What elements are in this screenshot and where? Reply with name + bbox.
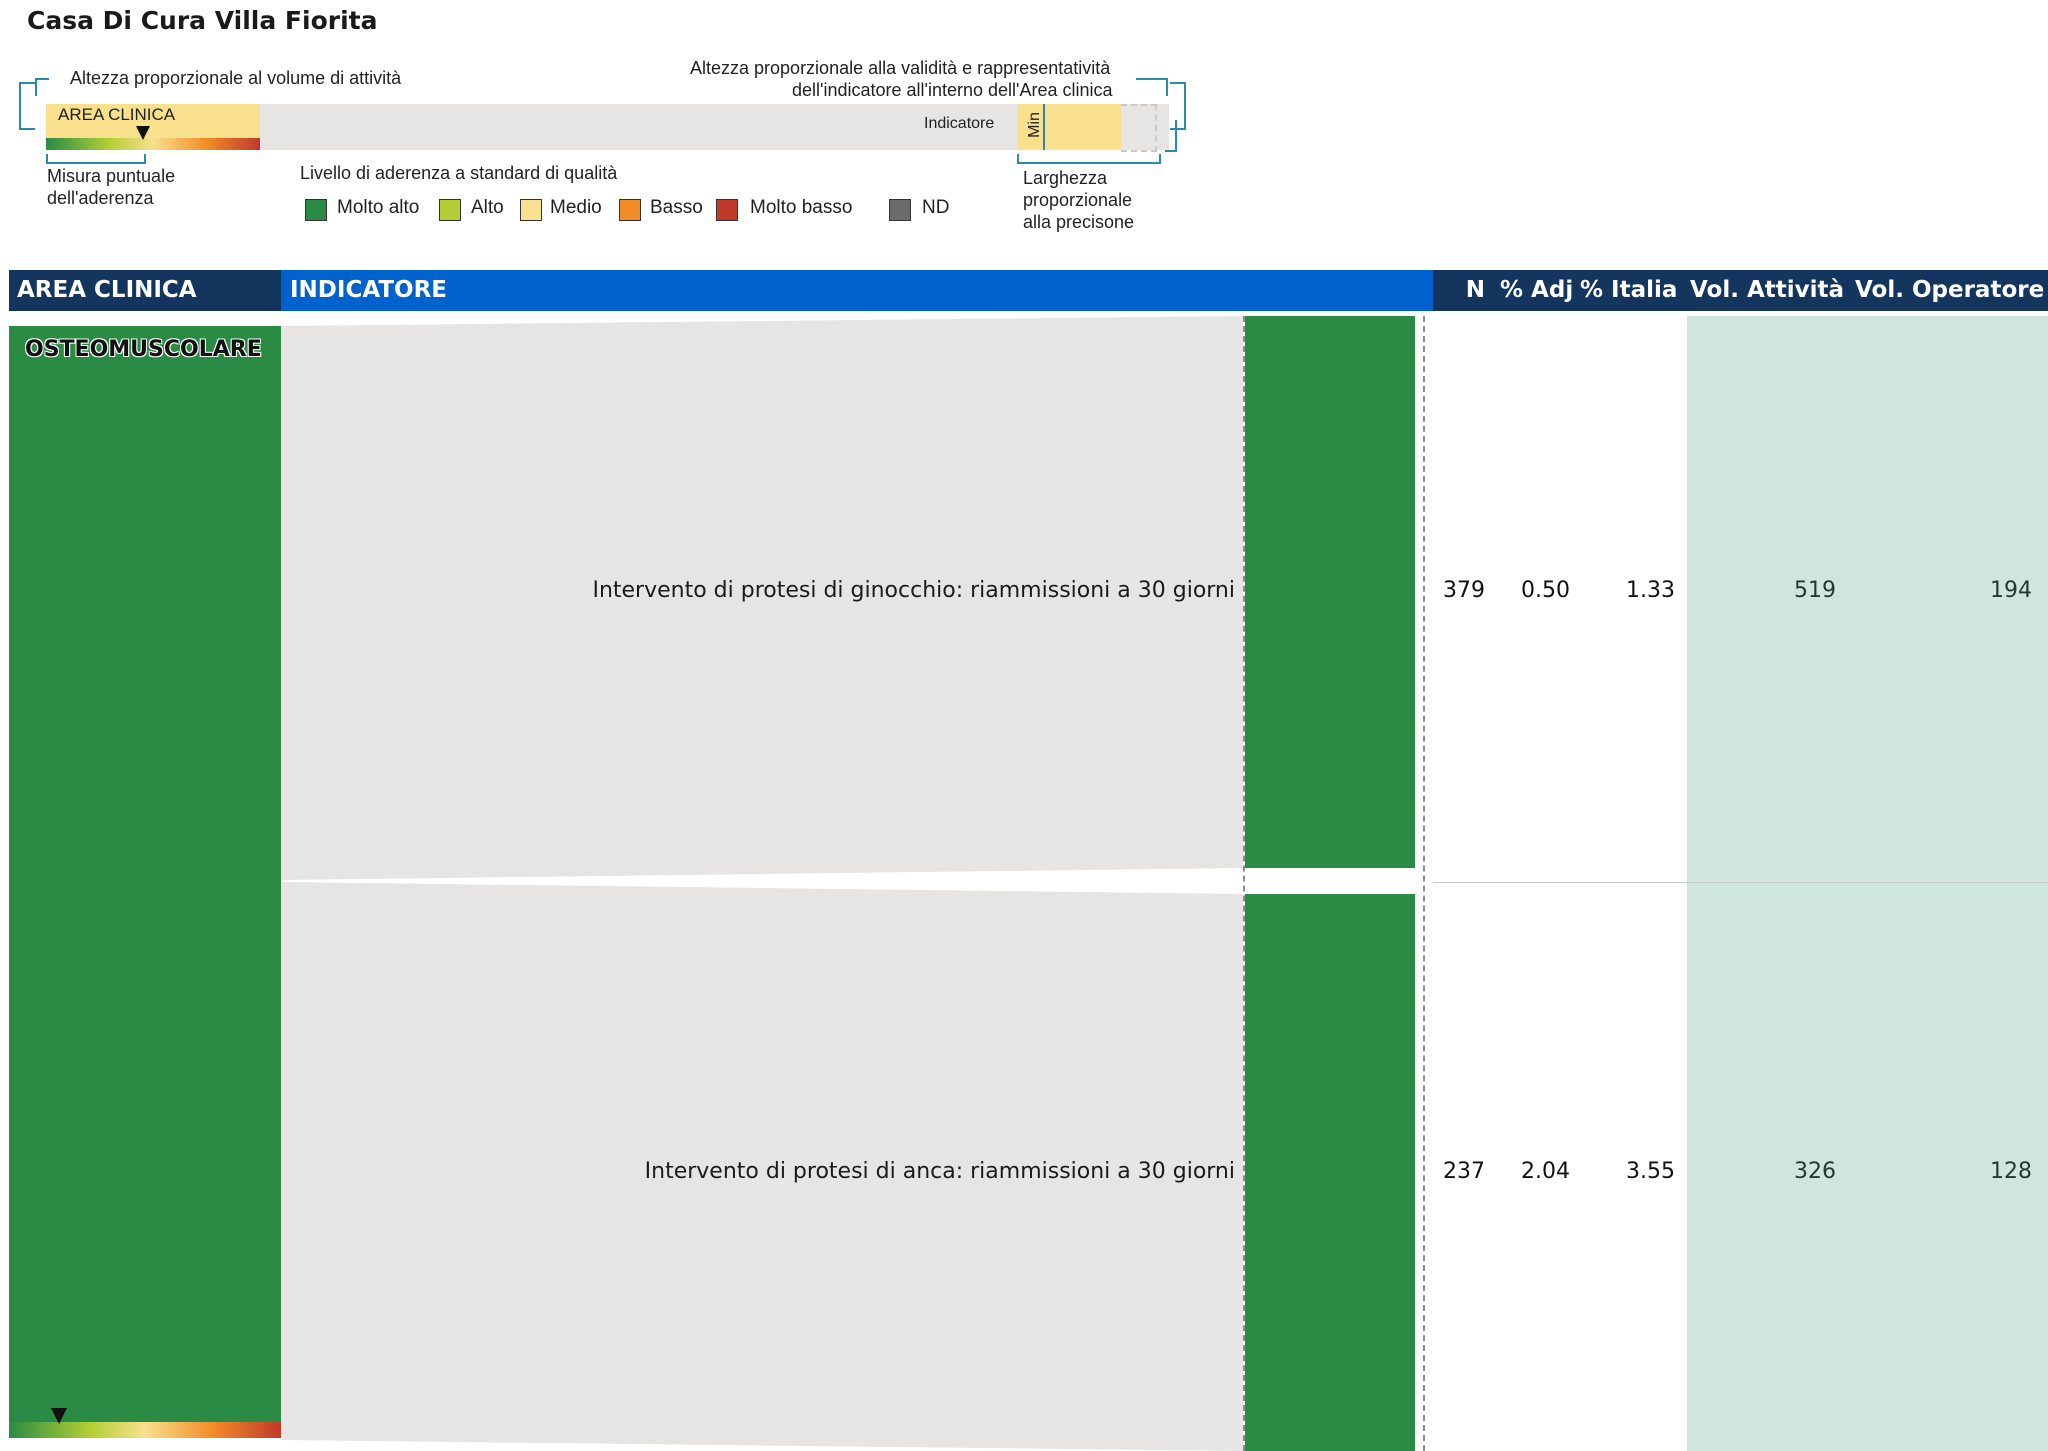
legend-level-label: Basso: [650, 197, 703, 218]
legend-point-measure-1: Misura puntuale: [47, 166, 176, 186]
legend-marker-icon: [136, 126, 150, 140]
cell-italia: 1.33: [1626, 578, 1675, 603]
legend-min-label: Min: [1026, 112, 1043, 138]
legend-validity-label-2: dell'indicatore all'interno dell'Area cl…: [792, 80, 1113, 100]
swatch-basso: [619, 199, 641, 221]
legend-indicator-label: Indicatore: [924, 115, 995, 132]
cell-vol-operatore: 194: [1990, 578, 2032, 603]
legend-volume-label: Altezza proporzionale al volume di attiv…: [70, 68, 402, 88]
cell-vol-operatore: 128: [1990, 1159, 2032, 1184]
cell-n: 237: [1443, 1159, 1485, 1184]
area-gradient-bar: [9, 1422, 281, 1438]
legend-point-bracket: [46, 154, 146, 164]
cell-vol-attivita: 519: [1794, 578, 1836, 603]
indicator-label[interactable]: Intervento di protesi di ginocchio: riam…: [592, 578, 1235, 603]
header-n-label: N: [1465, 277, 1485, 303]
legend-precision-bracket: [1017, 154, 1161, 164]
legend-level-label: ND: [922, 197, 950, 218]
legend-area-gradient: [46, 138, 260, 150]
legend-top-bracket-left: [35, 78, 49, 96]
header-adj-label: % Adj: [1500, 277, 1574, 303]
dashed-guide-right: [1423, 316, 1425, 1451]
header-vol-operatore[interactable]: Vol. Operatore: [1855, 270, 2044, 311]
cell-vol-attivita: 326: [1794, 1159, 1836, 1184]
header-vol-attivita[interactable]: Vol. Attività: [1690, 270, 1844, 311]
legend-precision-3: alla precisone: [1023, 212, 1135, 232]
page-title: Casa Di Cura Villa Fiorita: [27, 6, 378, 35]
header-adj[interactable]: % Adj: [1500, 270, 1574, 311]
legend-precision-1: Larghezza: [1023, 168, 1108, 188]
legend-precision-2: proporzionale: [1023, 190, 1133, 210]
legend-validity-label-1: Altezza proporzionale alla validità e ra…: [690, 58, 1111, 78]
indicator-label[interactable]: Intervento di protesi di anca: riammissi…: [645, 1159, 1235, 1184]
header-area-label: AREA CLINICA: [17, 277, 197, 303]
legend-adherence-title: Livello di aderenza a standard di qualit…: [300, 163, 618, 183]
legend: Altezza proporzionale al volume di attiv…: [0, 50, 1200, 240]
header-vol-operatore-label: Vol. Operatore: [1855, 277, 2045, 303]
area-block[interactable]: [9, 326, 281, 1438]
swatch-alto: [439, 199, 461, 221]
header-italia[interactable]: % Italia: [1580, 270, 1678, 311]
legend-indicator-box-dashed: [1121, 104, 1157, 152]
header-vol-attivita-label: Vol. Attività: [1690, 277, 1845, 303]
cell-n: 379: [1443, 578, 1485, 603]
swatch-nd: [889, 199, 911, 221]
row-separator: [1433, 882, 2048, 883]
cell-adj: 0.50: [1521, 578, 1570, 603]
cell-italia: 3.55: [1626, 1159, 1675, 1184]
header-n[interactable]: N: [1433, 270, 1485, 311]
area-marker-icon: [51, 1408, 67, 1424]
indicator-bar[interactable]: [1245, 894, 1415, 1451]
legend-level-label: Alto: [471, 197, 504, 218]
cell-adj: 2.04: [1521, 1159, 1570, 1184]
header-indicatore[interactable]: INDICATORE: [281, 270, 1433, 311]
area-name: OSTEOMUSCOLARE: [25, 337, 262, 362]
flow-bands: [281, 316, 1243, 1451]
legend-top-bracket-right: [1136, 78, 1168, 96]
legend-left-bracket: [19, 82, 35, 130]
legend-point-measure-2: dell'aderenza: [47, 188, 154, 208]
swatch-medio: [520, 199, 542, 221]
header-area-clinica[interactable]: AREA CLINICA: [9, 270, 281, 311]
header-indicator-label: INDICATORE: [290, 277, 448, 303]
swatch-molto-basso: [716, 199, 738, 221]
header-italia-label: % Italia: [1580, 277, 1678, 303]
legend-bottom-right-tick: [1165, 120, 1177, 152]
legend-level-list: Molto alto Alto Medio Basso Molto basso …: [305, 196, 1005, 226]
indicator-bar[interactable]: [1245, 316, 1415, 868]
legend-level-label: Medio: [550, 197, 602, 218]
legend-level-label: Molto alto: [337, 197, 420, 218]
volume-columns-bg: [1687, 316, 2048, 1451]
legend-area-box-label: AREA CLINICA: [58, 105, 176, 124]
swatch-molto-alto: [305, 199, 327, 221]
legend-level-label: Molto basso: [750, 197, 853, 218]
